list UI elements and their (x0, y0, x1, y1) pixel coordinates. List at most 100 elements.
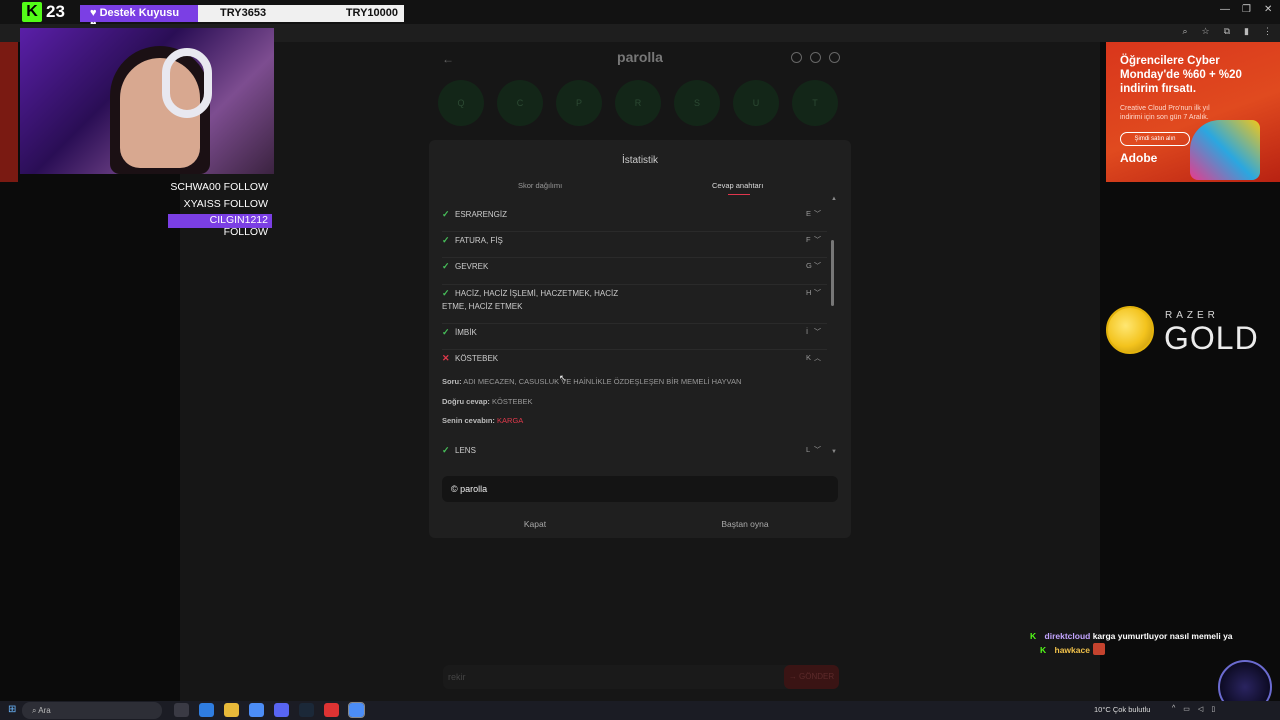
gold-label: GOLD (1164, 320, 1259, 356)
chat-username: hawkace (1054, 645, 1090, 655)
chevron-up-icon[interactable]: ︿ (814, 353, 821, 363)
chat-message: K hawkace (1040, 645, 1090, 655)
modal-title: İstatistik (621, 155, 659, 166)
follower-alert: XYAISS FOLLOW (183, 198, 268, 210)
bookmark-star-icon[interactable]: ☆ (1202, 26, 1210, 37)
answer-row[interactable]: ✓ GEVREK G ﹀ (442, 258, 827, 285)
close-window-icon[interactable]: ✕ (1264, 4, 1272, 15)
answer-row[interactable]: ✕ KÖSTEBEK K ︿ (442, 350, 827, 366)
check-icon: ✓ (442, 261, 450, 271)
letter-circles: QCPRSUT (438, 80, 838, 126)
tab-score-distribution[interactable]: Skor dağılımı (518, 181, 562, 190)
check-icon: ✓ (442, 209, 450, 219)
answer-letter: K (806, 353, 812, 362)
question-text: ADI MECAZEN, CASUSLUK VE HAİNLİKLE ÖZDEŞ… (463, 377, 742, 386)
network-icon[interactable]: ▭ (1183, 705, 1190, 713)
close-button[interactable]: Kapat (500, 519, 570, 529)
user-answer-value: KARGA (497, 416, 524, 425)
check-icon: ✓ (442, 445, 450, 455)
info-icon[interactable] (791, 52, 802, 63)
answer-text: ESRARENGİZ (455, 210, 508, 219)
browser-toolbar-icons: ⌕ ☆ ⧉ ▮ ⋮ (1182, 26, 1272, 37)
answer-text: LENS (455, 446, 476, 455)
letter-circle: T (792, 80, 838, 126)
battery-icon[interactable]: ▯ (1211, 705, 1215, 713)
donation-goal: TRY3653 TRY10000 (198, 5, 404, 22)
chrome-active-icon[interactable] (348, 702, 365, 718)
taskbar-search[interactable]: ⌕ Ara (22, 702, 162, 719)
kick-badge-icon: K (1040, 645, 1047, 655)
answer-letter: E (806, 209, 812, 218)
tray-chevron-icon[interactable]: ^ (1172, 705, 1175, 713)
headset (162, 48, 212, 118)
check-icon: ✓ (442, 327, 450, 337)
answer-letter: H (806, 288, 812, 297)
goal-target: TRY10000 (345, 7, 398, 19)
mouse-cursor-icon: ↖ (559, 373, 567, 383)
answer-letter: L (806, 445, 811, 454)
check-icon: ✓ (442, 235, 450, 245)
scrollbar-thumb[interactable] (831, 240, 834, 306)
copyright-text: © parolla (451, 484, 488, 494)
chevron-down-icon[interactable]: ﹀ (814, 261, 821, 271)
answer-text: KÖSTEBEK (455, 354, 499, 363)
goal-current: TRY3653 (220, 7, 267, 19)
chat-message: K direktcloud karga yumurtluyor nasıl me… (1030, 631, 1233, 641)
answer-row[interactable]: ✓ LENS L ﹀ (442, 442, 827, 460)
tab-answer-key[interactable]: Cevap anahtarı (712, 181, 763, 190)
obs-icon[interactable] (324, 703, 339, 717)
weather-widget[interactable]: 10°C Çok bulutlu (1094, 705, 1150, 714)
minimize-icon[interactable]: — (1220, 4, 1230, 15)
chevron-down-icon[interactable]: ﹀ (814, 288, 821, 298)
answer-letter: F (806, 235, 811, 244)
settings-icon[interactable] (829, 52, 840, 63)
submit-guess-button[interactable]: → GÖNDER (784, 665, 839, 689)
letter-circle: Q (438, 80, 484, 126)
menu-kebab-icon[interactable]: ⋮ (1263, 26, 1272, 37)
scroll-up-icon[interactable]: ▲ (831, 196, 837, 202)
answer-row[interactable]: ✓ HACİZ, HACİZ İŞLEMİ, HACZETMEK, HACİZ ET… (442, 285, 827, 324)
maximize-icon[interactable]: ❐ (1242, 4, 1251, 15)
scroll-down-icon[interactable]: ▼ (831, 449, 837, 455)
chat-username: direktcloud (1044, 631, 1091, 641)
guess-input[interactable] (443, 665, 839, 689)
left-ad-banner[interactable] (0, 42, 18, 182)
cross-icon: ✕ (442, 353, 450, 363)
profile-icon[interactable]: ▮ (1244, 26, 1249, 37)
answer-text: GEVREK (455, 262, 489, 271)
taskbar-apps (174, 702, 365, 718)
copilot-icon[interactable] (199, 703, 214, 717)
windows-start-icon[interactable]: ⊞ (8, 704, 16, 715)
chevron-down-icon[interactable]: ﹀ (814, 209, 821, 219)
ad-artwork (1190, 120, 1260, 180)
answer-row[interactable]: ✓ FATURA, FİŞ F ﹀ (442, 232, 827, 258)
correct-answer-value: KÖSTEBEK (492, 397, 533, 406)
chat-emote-icon (1093, 643, 1105, 655)
answer-row[interactable]: ✓ İMBİK İ ﹀ (442, 324, 827, 350)
ad-buy-button[interactable]: Şimdi satın alın (1120, 132, 1190, 146)
zoom-icon[interactable]: ⌕ (1182, 26, 1187, 37)
viewer-count: 23 (46, 2, 65, 21)
file-explorer-icon[interactable] (224, 703, 239, 717)
chevron-down-icon[interactable]: ﹀ (814, 235, 821, 245)
chrome-icon[interactable] (249, 703, 264, 717)
answer-text-continued: ETME, HACİZ ETMEK (442, 302, 523, 311)
support-label: ♥ Destek Kuyusu ♥ (80, 5, 198, 31)
stats-icon[interactable] (810, 52, 821, 63)
back-arrow-icon[interactable]: ← (442, 52, 454, 66)
brand-title: parolla (617, 49, 663, 65)
volume-icon[interactable]: ◁ (1198, 705, 1203, 713)
active-tab-indicator (728, 194, 750, 195)
steam-icon[interactable] (299, 703, 314, 717)
answer-text: FATURA, FİŞ (455, 236, 503, 245)
chevron-down-icon[interactable]: ﹀ (814, 327, 821, 337)
correct-answer-label: Doğru cevap: (442, 397, 490, 406)
search-label: Ara (38, 706, 51, 715)
replay-button[interactable]: Baştan oyna (705, 519, 785, 529)
chevron-down-icon[interactable]: ﹀ (814, 445, 821, 455)
answer-row[interactable]: ✓ ESRARENGİZ E ﹀ (442, 206, 827, 232)
discord-icon[interactable] (274, 703, 289, 717)
extensions-icon[interactable]: ⧉ (1224, 26, 1230, 37)
user-answer-label: Senin cevabın: (442, 416, 495, 425)
task-view-icon[interactable] (174, 703, 189, 717)
